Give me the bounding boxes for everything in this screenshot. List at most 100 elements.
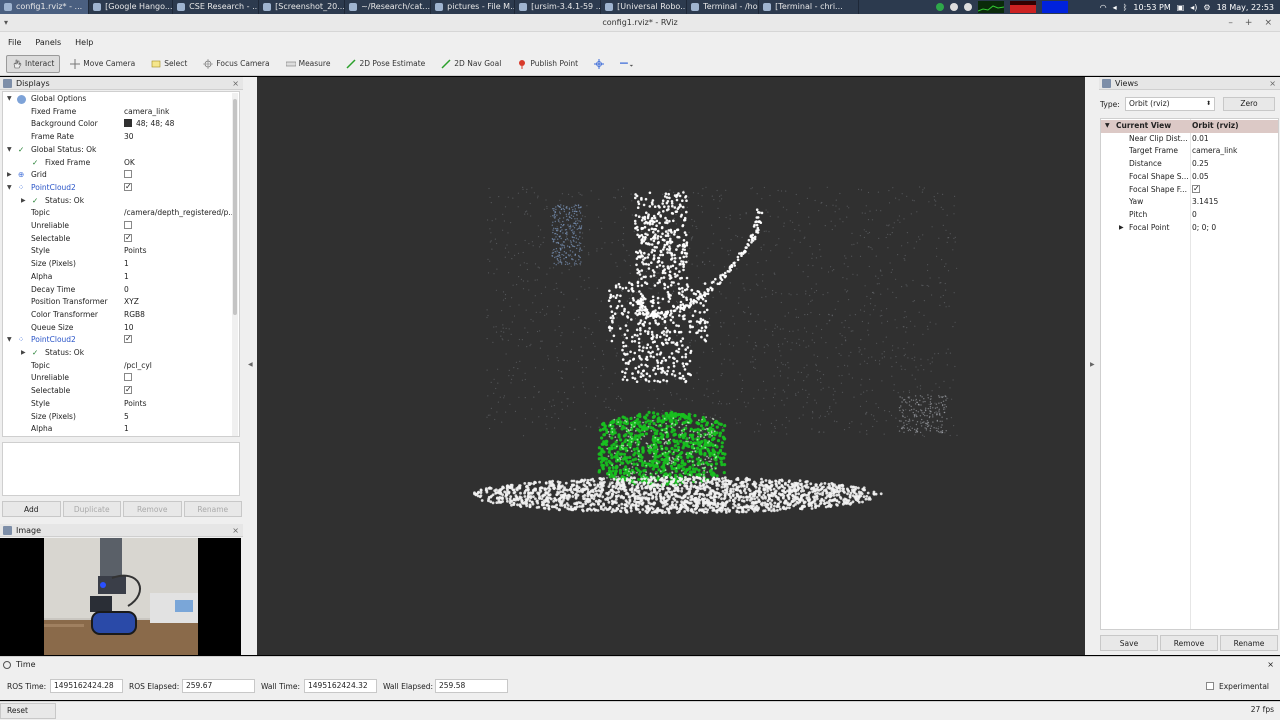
row-value[interactable]: camera_link xyxy=(124,106,232,119)
memory-graph-icon[interactable] xyxy=(1009,1,1036,13)
close-icon[interactable]: × xyxy=(232,77,239,90)
reset-button[interactable]: Reset xyxy=(0,703,56,719)
scrollbar-thumb[interactable] xyxy=(233,99,237,315)
row-value[interactable] xyxy=(124,334,232,347)
row-value[interactable]: /pcl_cyl xyxy=(124,360,232,373)
ros-elapsed-field[interactable]: 259.67 xyxy=(182,679,255,693)
row-value[interactable]: 0; 0; 0 xyxy=(1192,222,1216,235)
pointcloud-checkbox[interactable] xyxy=(124,182,132,194)
tree-row-position-transformer[interactable]: Position Transformer XYZ xyxy=(3,296,233,309)
row-value[interactable]: 0 xyxy=(1192,209,1197,222)
row-value[interactable] xyxy=(124,220,232,233)
tree-row-grid[interactable]: ▶ ⊕ Grid xyxy=(3,169,233,182)
tree-row-background-color[interactable]: Background Color 48; 48; 48 xyxy=(3,118,233,131)
task-research-folder[interactable]: ~/Research/cat... xyxy=(345,0,432,14)
row-value[interactable]: 5 xyxy=(124,411,232,424)
remove-view-button[interactable]: Remove xyxy=(1160,635,1218,651)
ros-time-field[interactable]: 1495162424.28 xyxy=(50,679,123,693)
tool-select[interactable]: Select xyxy=(145,55,193,73)
add-button[interactable]: Add xyxy=(2,501,61,517)
row-value[interactable]: RGB8 xyxy=(124,309,232,322)
expand-icon[interactable]: ▶ xyxy=(1119,222,1124,235)
sound-icon[interactable]: ◂ xyxy=(1113,3,1117,12)
3d-render-view[interactable] xyxy=(257,77,1085,655)
view-row-yaw[interactable]: Yaw 3.1415 xyxy=(1101,196,1278,209)
task-universal-robots[interactable]: [Universal Robo... xyxy=(601,0,688,14)
collapse-right-icon[interactable]: ▶ xyxy=(1090,361,1095,368)
row-value[interactable]: 1 xyxy=(124,423,232,436)
row-value[interactable]: camera_link xyxy=(1192,145,1237,158)
row-value[interactable]: 1 xyxy=(124,271,232,284)
row-value[interactable]: Points xyxy=(124,398,232,411)
save-view-button[interactable]: Save xyxy=(1100,635,1158,651)
maximize-button[interactable]: + xyxy=(1245,14,1253,32)
tree-row-alpha-2[interactable]: Alpha 1 xyxy=(3,423,233,436)
close-icon[interactable]: × xyxy=(1267,657,1274,673)
view-row-focal-point[interactable]: ▶ Focal Point 0; 0; 0 xyxy=(1101,222,1278,235)
tool-measure[interactable]: Measure xyxy=(280,55,337,73)
close-icon[interactable]: × xyxy=(232,524,239,537)
row-value[interactable]: /camera/depth_registered/p... xyxy=(124,207,232,220)
task-screenshot[interactable]: [Screenshot_20... xyxy=(259,0,346,14)
expand-icon[interactable]: ▼ xyxy=(1105,120,1110,133)
menu-file[interactable]: File xyxy=(8,38,21,47)
selectable-checkbox[interactable] xyxy=(124,385,132,397)
view-row-near-clip[interactable]: Near Clip Dist... 0.01 xyxy=(1101,133,1278,146)
cpu-graph-icon[interactable] xyxy=(977,1,1004,13)
tree-row-pointcloud2-2[interactable]: ▼ ⁘ PointCloud2 xyxy=(3,334,233,347)
menu-help[interactable]: Help xyxy=(75,38,93,47)
row-value[interactable]: XYZ xyxy=(124,296,232,309)
point-cloud-scene[interactable] xyxy=(257,77,1085,655)
tree-row-size-pixels[interactable]: Size (Pixels) 1 xyxy=(3,258,233,271)
task-ursim[interactable]: [ursim-3.4.1-59 ... xyxy=(515,0,602,14)
row-value[interactable]: Points xyxy=(124,245,232,258)
left-splitter[interactable]: ◀ xyxy=(243,77,257,655)
experimental-checkbox[interactable] xyxy=(1206,682,1214,690)
tree-row-topic[interactable]: Topic /camera/depth_registered/p... xyxy=(3,207,233,220)
task-hangouts[interactable]: [Google Hango... xyxy=(89,0,174,14)
tool-interact[interactable]: Interact xyxy=(6,54,61,73)
tool-publish-point[interactable]: Publish Point xyxy=(511,55,584,73)
unreliable-checkbox[interactable] xyxy=(124,221,132,229)
clock[interactable]: 10:53 PM xyxy=(1133,3,1170,12)
task-cse-research[interactable]: CSE Research - ... xyxy=(173,0,260,14)
wifi-icon[interactable]: ◠ xyxy=(1100,3,1107,12)
date[interactable]: 18 May, 22:53 xyxy=(1217,3,1274,12)
tree-row-pointcloud2-1[interactable]: ▼ ⁘ PointCloud2 xyxy=(3,182,233,195)
tree-scrollbar[interactable] xyxy=(232,93,238,436)
tree-row-queue-size[interactable]: Queue Size 10 xyxy=(3,322,233,335)
row-value[interactable]: 0.25 xyxy=(1192,158,1209,171)
clipboard-icon[interactable] xyxy=(963,3,972,11)
wall-time-field[interactable]: 1495162424.32 xyxy=(304,679,377,693)
collapse-left-icon[interactable]: ◀ xyxy=(248,361,253,368)
selectable-checkbox[interactable] xyxy=(124,233,132,244)
minimize-button[interactable]: – xyxy=(1228,14,1233,32)
tool-crosshair[interactable] xyxy=(588,55,610,73)
tool-move-camera[interactable]: Move Camera xyxy=(64,55,141,73)
tree-row-global-options[interactable]: ▼ Global Options xyxy=(3,93,233,106)
right-splitter[interactable]: ▶ xyxy=(1085,77,1099,655)
tree-row-fixed-frame-status[interactable]: ✓ Fixed Frame OK xyxy=(3,157,233,170)
row-value[interactable]: 3.1415 xyxy=(1192,196,1218,209)
row-value[interactable]: 0.01 xyxy=(1192,133,1209,146)
tree-row-selectable-2[interactable]: Selectable xyxy=(3,385,233,398)
tree-row-style[interactable]: Style Points xyxy=(3,245,233,258)
focal-shape-fixed-checkbox[interactable] xyxy=(1192,183,1200,195)
tool-more-dropdown[interactable] xyxy=(614,55,640,73)
network-graph-icon[interactable] xyxy=(1041,1,1068,13)
view-row-pitch[interactable]: Pitch 0 xyxy=(1101,209,1278,222)
status-icon[interactable] xyxy=(935,3,944,11)
tree-row-unreliable[interactable]: Unreliable xyxy=(3,220,233,233)
lock-icon[interactable]: ▣ xyxy=(1177,3,1185,12)
tree-row-size-pixels-2[interactable]: Size (Pixels) 5 xyxy=(3,411,233,424)
row-value[interactable]: 0 xyxy=(124,284,232,297)
battery-icon[interactable] xyxy=(949,3,958,11)
task-terminal-2[interactable]: [Terminal - chri... xyxy=(759,0,860,14)
current-view-row[interactable]: ▼ Current View Orbit (rviz) xyxy=(1101,120,1278,133)
tree-row-status-ok[interactable]: ▶ ✓ Status: Ok xyxy=(3,195,233,208)
view-row-target-frame[interactable]: Target Frame camera_link xyxy=(1101,145,1278,158)
task-rviz[interactable]: config1.rviz* - ... xyxy=(0,0,90,14)
row-value[interactable] xyxy=(124,233,232,246)
window-menu-icon[interactable]: ▾ xyxy=(4,14,8,32)
remove-button[interactable]: Remove xyxy=(123,501,182,517)
